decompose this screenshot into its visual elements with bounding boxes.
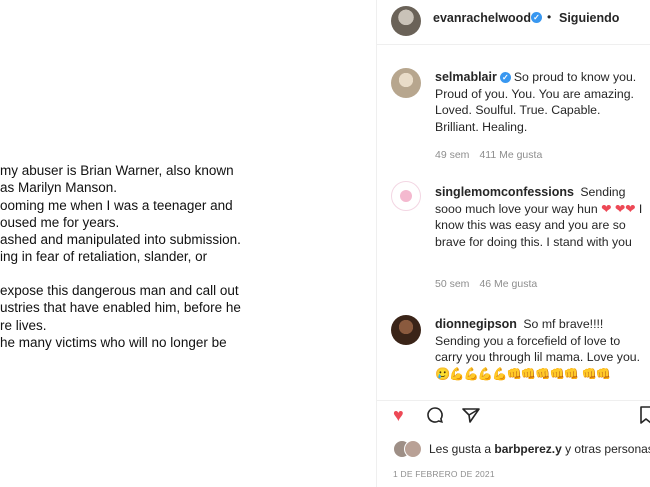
statement-line: re lives. <box>0 318 47 333</box>
heart-icon[interactable]: ♥ <box>393 405 404 426</box>
comment-meta: 49 sem 411 Me gusta <box>435 149 552 161</box>
comment-text: selmablair ✓ So proud to know you. Proud o… <box>435 69 647 135</box>
likes-suffix: y otras personas <box>561 442 650 456</box>
statement-line: oused me for years. <box>0 215 120 230</box>
post-image: my abuser is Brian Warner, also known as… <box>0 0 376 487</box>
avatar <box>404 440 422 458</box>
avatar[interactable] <box>391 181 421 211</box>
statement-line: ing in fear of retaliation, slander, or <box>0 249 208 264</box>
author-username[interactable]: evanrachelwood <box>433 11 531 25</box>
likes-prefix: Les gusta a <box>429 442 495 456</box>
statement-line: ooming me when I was a teenager and <box>0 198 233 213</box>
comment-likes-count[interactable]: 411 Me gusta <box>479 149 542 161</box>
bookmark-icon[interactable] <box>639 405 650 430</box>
heart-emoji-icon: ❤ <box>601 201 612 216</box>
following-button[interactable]: Siguiendo <box>559 11 619 25</box>
statement-line: expose this dangerous man and call out <box>0 283 239 298</box>
comment-age: 49 sem <box>435 149 470 161</box>
statement-line: ashed and manipulated into submission. <box>0 232 241 247</box>
comment-text: singlemomconfessions Sending sooo much l… <box>435 184 647 250</box>
avatar[interactable] <box>391 315 421 345</box>
likes-summary: Les gusta a barbperez.y y otras personas <box>377 438 650 460</box>
avatar[interactable] <box>391 68 421 98</box>
statement-line: as Marilyn Manson. <box>0 180 118 195</box>
statement-line: ustries that have enabled him, before he <box>0 300 241 315</box>
post-header: evanrachelwood ✓ • Siguiendo <box>377 0 650 45</box>
verified-badge-icon: ✓ <box>499 72 511 83</box>
emoji-row: 🥲💪💪💪💪👊👊👊👊👊 <box>435 366 579 381</box>
statement-line: my abuser is Brian Warner, also known <box>0 163 234 178</box>
comments-panel: evanrachelwood ✓ • Siguiendo selmablair ✓… <box>376 0 650 487</box>
avatar[interactable] <box>391 6 421 36</box>
action-bar: ♥ <box>377 400 650 430</box>
comment-text: dionnegipson So mf brave!!!! Sending you… <box>435 316 647 382</box>
comment-likes-count[interactable]: 46 Me gusta <box>479 278 537 290</box>
comment-username[interactable]: dionnegipson <box>435 317 517 331</box>
paper-plane-icon[interactable] <box>461 405 481 430</box>
emoji-row: 👊👊 <box>581 366 612 381</box>
verified-badge-icon: ✓ <box>531 12 542 23</box>
comment-bubble-icon[interactable] <box>425 405 445 430</box>
comment-age: 50 sem <box>435 278 470 290</box>
post-date: 1 DE FEBRERO DE 2021 <box>393 469 495 479</box>
likes-user[interactable]: barbperez.y <box>494 442 561 456</box>
likes-text[interactable]: Les gusta a barbperez.y y otras personas <box>429 442 650 456</box>
comment-username[interactable]: selmablair <box>435 70 497 84</box>
heart-emoji-icon: ❤❤ <box>614 201 636 216</box>
statement-line: he many victims who will no longer be <box>0 335 227 350</box>
comment-username[interactable]: singlemomconfessions <box>435 185 574 199</box>
comment-meta: 50 sem 46 Me gusta <box>435 278 547 290</box>
separator-dot: • <box>547 10 552 24</box>
